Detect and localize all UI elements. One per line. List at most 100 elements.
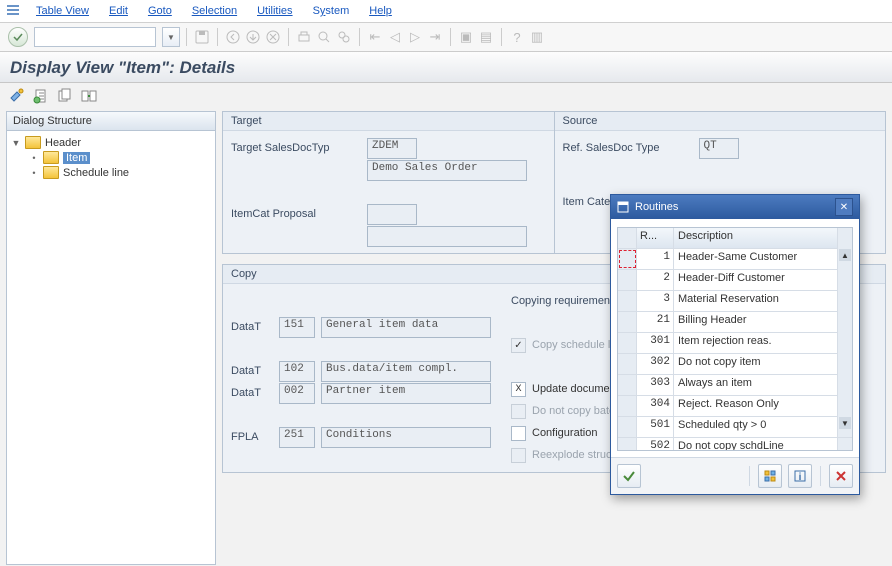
menu-system[interactable]: System — [303, 5, 360, 17]
popup-window-icon — [617, 201, 629, 213]
multi-select-button[interactable] — [758, 464, 782, 488]
itemcat-proposal-desc — [367, 226, 527, 247]
col-description[interactable]: Description — [674, 228, 837, 248]
command-dropdown[interactable]: ▼ — [162, 27, 180, 47]
grid-row[interactable]: 304Reject. Reason Only — [618, 396, 852, 417]
menu-edit[interactable]: Edit — [99, 5, 138, 17]
grid-row[interactable]: 301Item rejection reas. — [618, 333, 852, 354]
cancel-button[interactable] — [829, 464, 853, 488]
exit-icon[interactable] — [244, 28, 262, 46]
menu-utilities[interactable]: Utilities — [247, 5, 302, 17]
print-icon[interactable] — [295, 28, 313, 46]
target-salesdoctyp-desc: Demo Sales Order — [367, 160, 527, 181]
datat-desc-3: Partner item — [321, 383, 491, 404]
group-source-title: Source — [555, 112, 886, 131]
target-salesdoctyp-field: ZDEM — [367, 138, 417, 159]
tree-header: Dialog Structure — [7, 112, 215, 131]
datat-desc-2: Bus.data/item compl. — [321, 361, 491, 382]
layout-icon[interactable]: ▥ — [528, 28, 546, 46]
menu-selection[interactable]: Selection — [182, 5, 247, 17]
grid-row[interactable]: 302Do not copy item — [618, 354, 852, 375]
cb-configuration[interactable] — [511, 426, 526, 441]
delimit-icon[interactable] — [80, 87, 98, 105]
cb-update-doc-flow[interactable] — [511, 382, 526, 397]
title-area: Display View "Item": Details — [0, 52, 892, 83]
cb-configuration-label: Configuration — [532, 427, 597, 439]
cb-reexplode — [511, 448, 526, 463]
expand-icon[interactable]: ▼ — [11, 138, 21, 148]
target-salesdoctyp-label: Target SalesDocTyp — [231, 142, 361, 154]
datat-label-1: DataT — [231, 321, 273, 333]
datat-code-2: 102 — [279, 361, 315, 382]
fpla-label: FPLA — [231, 431, 273, 443]
svg-text:i: i — [799, 472, 802, 483]
new-session-icon[interactable]: ▣ — [457, 28, 475, 46]
folder-icon — [43, 151, 59, 164]
grid-row[interactable]: 3Material Reservation — [618, 291, 852, 312]
prev-page-icon[interactable]: ◁ — [386, 28, 404, 46]
help-icon[interactable]: ? — [508, 28, 526, 46]
shortcut-icon[interactable]: ▤ — [477, 28, 495, 46]
itemcat-proposal-field — [367, 204, 417, 225]
scroll-down-icon[interactable]: ▼ — [839, 417, 851, 429]
grid-row[interactable]: 502Do not copy schdLine — [618, 438, 852, 451]
first-page-icon[interactable]: ⇤ — [366, 28, 384, 46]
copy-as-icon[interactable] — [56, 87, 74, 105]
group-target-title: Target — [223, 112, 554, 131]
datat-label-3: DataT — [231, 387, 273, 399]
itemcat-proposal-label: ItemCat Proposal — [231, 208, 361, 220]
save-icon[interactable] — [193, 28, 211, 46]
bullet-icon: • — [29, 153, 39, 163]
menu-help[interactable]: Help — [359, 5, 402, 17]
ref-salesdoc-field: QT — [699, 138, 739, 159]
popup-close-button[interactable]: ✕ — [835, 198, 853, 216]
menu-tableview[interactable]: Table View — [26, 5, 99, 17]
grid-row[interactable]: 501Scheduled qty > 0 — [618, 417, 852, 438]
menu-bar: Table View Edit Goto Selection Utilities… — [0, 0, 892, 23]
col-routine[interactable]: R... — [637, 228, 674, 248]
bullet-icon: • — [29, 168, 39, 178]
cancel-icon[interactable] — [264, 28, 282, 46]
page-title: Display View "Item": Details — [10, 58, 882, 78]
scroll-up-icon[interactable]: ▲ — [839, 249, 851, 261]
find-icon[interactable] — [315, 28, 333, 46]
cb-no-copy-batch-label: Do not copy batch — [532, 405, 621, 417]
window-menu-icon[interactable] — [6, 4, 20, 18]
grid-row[interactable]: 1Header-Same Customer — [618, 249, 852, 270]
routines-grid: R... Description 1Header-Same Customer2H… — [617, 227, 853, 451]
command-field[interactable] — [34, 27, 156, 47]
routines-popup: Routines ✕ R... Description 1Header-Same… — [610, 194, 860, 495]
tree-item-schedule[interactable]: • Schedule line — [11, 165, 211, 180]
popup-title: Routines — [635, 201, 678, 213]
accept-button[interactable] — [617, 464, 641, 488]
datat-code-3: 002 — [279, 383, 315, 404]
info-button[interactable]: i — [788, 464, 812, 488]
new-entries-icon[interactable] — [32, 87, 50, 105]
grid-row[interactable]: 303Always an item — [618, 375, 852, 396]
folder-icon — [43, 166, 59, 179]
tree-item-header[interactable]: ▼ Header — [11, 135, 211, 150]
datat-code-1: 151 — [279, 317, 315, 338]
find-next-icon[interactable] — [335, 28, 353, 46]
next-page-icon[interactable]: ▷ — [406, 28, 424, 46]
cb-no-copy-batch — [511, 404, 526, 419]
change-display-icon[interactable] — [8, 87, 26, 105]
datat-desc-1: General item data — [321, 317, 491, 338]
fpla-code: 251 — [279, 427, 315, 448]
dialog-structure-panel: Dialog Structure ▼ Header • Item • Sched… — [6, 111, 216, 565]
grid-row[interactable]: 21Billing Header — [618, 312, 852, 333]
back-icon[interactable] — [224, 28, 242, 46]
datat-label-2: DataT — [231, 365, 273, 377]
ref-salesdoc-label: Ref. SalesDoc Type — [563, 142, 693, 154]
sub-toolbar — [0, 83, 892, 111]
cb-copy-schedule — [511, 338, 526, 353]
menu-goto[interactable]: Goto — [138, 5, 182, 17]
enter-button[interactable] — [8, 27, 28, 47]
fpla-desc: Conditions — [321, 427, 491, 448]
grid-row[interactable]: 2Header-Diff Customer — [618, 270, 852, 291]
grid-scrollbar[interactable]: ▲ ▼ — [837, 248, 852, 430]
last-page-icon[interactable]: ⇥ — [426, 28, 444, 46]
tree-item-item[interactable]: • Item — [11, 150, 211, 165]
folder-icon — [25, 136, 41, 149]
app-toolbar: ▼ ⇤ ◁ ▷ ⇥ ▣ ▤ ? ▥ — [0, 23, 892, 52]
